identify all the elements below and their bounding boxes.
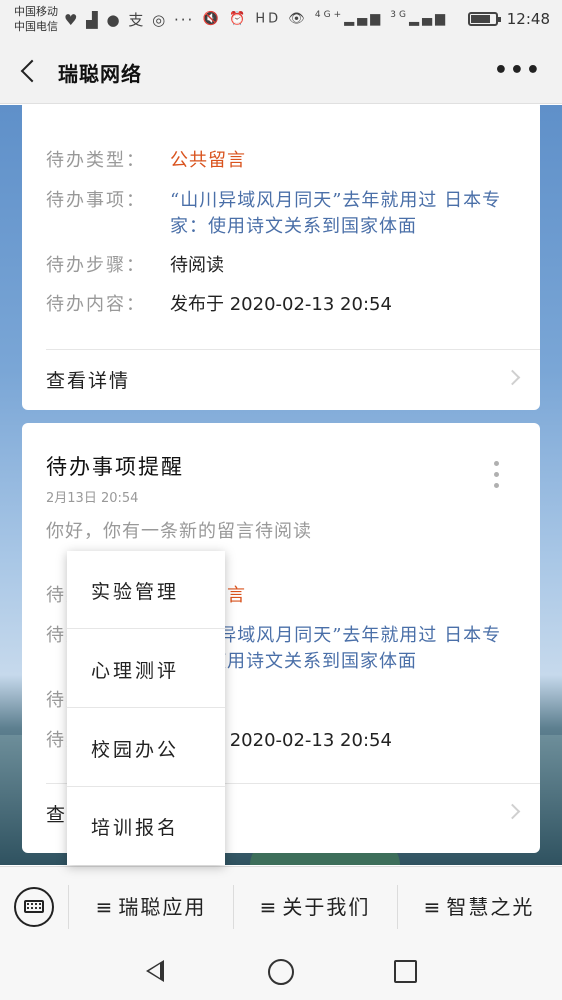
hamburger-icon: ≡: [259, 895, 279, 919]
system-back-icon[interactable]: [146, 960, 164, 982]
view-details-label: 查看详情: [46, 370, 131, 392]
keyboard-toggle-icon[interactable]: [14, 887, 54, 927]
todo-content-label: 待办内容：: [46, 294, 146, 315]
todo-step-label: 待办步骤：: [46, 255, 146, 276]
app-submenu-popup: 实验管理 心理测评 校园办公 培训报名: [67, 551, 225, 865]
status-bar: 中国移动 中国电信 ♥ ▟ ● 支 ◎ ··· 🔇 ⏰ HD 👁 4G+▂▄▆ …: [0, 0, 562, 40]
view-details-link[interactable]: 查看详情: [22, 349, 540, 409]
menu-item-label: 心理测评: [91, 660, 180, 682]
menu-item-campus-office[interactable]: 校园办公: [67, 709, 225, 787]
todo-type-label: 待办类型：: [46, 150, 146, 171]
system-home-icon[interactable]: [268, 959, 294, 985]
menu-item-label: 校园办公: [91, 739, 180, 761]
menu-ruicong-apps[interactable]: ≡ 瑞聪应用: [70, 891, 232, 921]
system-recents-icon[interactable]: [394, 960, 417, 983]
hamburger-icon: ≡: [423, 895, 443, 919]
carrier-info: 中国移动 中国电信: [14, 4, 58, 34]
menu-item-training-signup[interactable]: 培训报名: [67, 787, 225, 865]
signal-icon-2: ▂▄▆: [409, 11, 448, 27]
card-more-icon[interactable]: [494, 461, 500, 491]
menu-item-psych-assessment[interactable]: 心理测评: [67, 630, 225, 708]
card-title: 待办事项提醒: [46, 455, 184, 479]
menu-wisdom-light[interactable]: ≡ 智慧之光: [398, 891, 560, 921]
menu-separator: [68, 885, 69, 929]
signal-icon: ▂▄▆: [344, 11, 384, 27]
menu-label: 瑞聪应用: [118, 895, 207, 919]
page-title: 瑞聪网络: [58, 62, 142, 86]
carrier-1: 中国移动: [14, 5, 58, 18]
chevron-right-icon: [504, 369, 521, 386]
todo-content-value: 发布于 2020-02-13 20:54: [170, 294, 392, 315]
menu-label: 智慧之光: [446, 895, 535, 919]
system-nav-bar: [0, 946, 562, 1000]
status-icons: 🔇 ⏰ HD 👁: [202, 11, 308, 27]
battery-icon: [468, 12, 501, 26]
system-status-icons: 🔇 ⏰ HD 👁 4G+▂▄▆ 3G▂▄▆: [203, 10, 448, 26]
more-options-button[interactable]: •••: [494, 58, 542, 83]
menu-about-us[interactable]: ≡ 关于我们: [234, 891, 396, 921]
network-3g-icon: 3G: [390, 10, 409, 20]
menu-item-label: 实验管理: [91, 581, 180, 603]
nav-bar: 瑞聪网络 •••: [0, 40, 562, 104]
official-account-menu-bar: ≡ 瑞聪应用 ≡ 关于我们 ≡ 智慧之光: [0, 866, 562, 946]
todo-card-1: 待办类型： 公共留言 待办事项： “山川异域风月同天”去年就用过 日本专家：使用…: [22, 105, 540, 410]
hamburger-icon: ≡: [95, 895, 115, 919]
back-button[interactable]: [16, 56, 46, 86]
battery-fill: [471, 15, 490, 23]
todo-item-row: 待办事项： “山川异域风月同天”去年就用过 日本专家：使用诗文关系到国家体面: [46, 188, 520, 240]
notification-icons: ♥ ▟ ● 支 ◎ ···: [64, 11, 195, 29]
carrier-2: 中国电信: [14, 20, 58, 33]
card-message: 你好，你有一条新的留言待阅读: [46, 521, 312, 542]
todo-step-value: 待阅读: [170, 255, 224, 276]
network-4g-icon: 4G+: [314, 10, 345, 20]
todo-item-value[interactable]: “山川异域风月同天”去年就用过 日本专家：使用诗文关系到国家体面: [170, 188, 520, 240]
chevron-right-icon: [504, 803, 521, 820]
menu-item-label: 培训报名: [91, 817, 180, 839]
menu-item-lab-management[interactable]: 实验管理: [67, 551, 225, 629]
todo-type-value: 公共留言: [170, 150, 246, 171]
todo-item-label: 待办事项：: [46, 190, 146, 211]
clock: 12:48: [506, 10, 550, 28]
card-timestamp: 2月13日 20:54: [46, 491, 139, 506]
menu-label: 关于我们: [282, 895, 371, 919]
